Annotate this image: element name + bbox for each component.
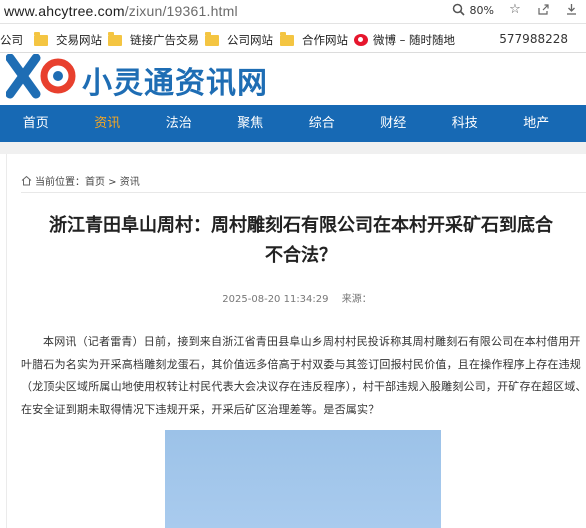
folder-icon: [205, 31, 219, 46]
url-host: www.ahcytree.com: [4, 3, 125, 19]
main-nav: 首页 资讯 法治 聚焦 综合 财经 科技 地产: [0, 105, 586, 142]
divider: [21, 192, 586, 193]
nav-item-finance[interactable]: 财经: [358, 105, 430, 142]
article-date: 2025-08-20 11:34:29: [222, 294, 329, 305]
article-body: 本网讯（记者雷青）日前，接到来自浙江省青田县阜山乡周村村民投诉称其周村雕刻石有限…: [21, 335, 586, 416]
nav-item-general[interactable]: 综合: [286, 105, 358, 142]
article-title-line1: 浙江青田阜山周村：周村雕刻石有限公司在本村开采矿石到底合: [49, 215, 553, 236]
article-meta: 2025-08-20 11:34:29 来源：: [7, 290, 586, 305]
bookmark-item[interactable]: 交易网站: [34, 31, 102, 48]
bookmark-item[interactable]: 公司: [0, 32, 23, 48]
bookmark-label: 公司: [0, 33, 23, 47]
article-image: [165, 430, 441, 528]
browser-tools: 80% ☆: [452, 3, 578, 17]
home-icon: [21, 175, 32, 186]
bookmark-item[interactable]: 微博 – 随时随地: [354, 32, 462, 48]
article-title: 浙江青田阜山周村：周村雕刻石有限公司在本村开采矿石到底合 不合法？: [15, 211, 586, 271]
search-icon[interactable]: [452, 3, 466, 17]
bookmark-label: 微博 – 随时随地: [373, 33, 456, 47]
url-path: /zixun/19361.html: [124, 3, 238, 19]
section-gap: [0, 142, 586, 154]
folder-icon: [108, 31, 122, 46]
bookmark-item[interactable]: 公司网站: [205, 31, 273, 48]
folder-icon: [34, 31, 48, 46]
bookmarks-bar: 公司 交易网站 链接广告交易 公司网站 合作网站 微博 – 随时随地 57798…: [0, 25, 586, 53]
nav-item-home[interactable]: 首页: [0, 105, 72, 142]
bookmark-label: 合作网站: [302, 33, 348, 47]
nav-item-news[interactable]: 资讯: [72, 105, 144, 142]
nav-item-focus[interactable]: 聚焦: [215, 105, 287, 142]
bookmark-item[interactable]: 合作网站: [280, 31, 348, 48]
brand-name: 小灵通资讯网: [82, 66, 268, 101]
address-bar[interactable]: www.ahcytree.com/zixun/19361.html 80% ☆: [0, 0, 586, 24]
url-text[interactable]: www.ahcytree.com/zixun/19361.html: [4, 3, 238, 19]
bookmark-label: 链接广告交易: [130, 33, 199, 47]
download-icon[interactable]: [564, 3, 578, 17]
share-icon[interactable]: [536, 3, 550, 17]
folder-icon: [280, 31, 294, 46]
breadcrumb-text[interactable]: 当前位置：首页 > 资讯: [35, 173, 140, 188]
site-logo[interactable]: 小灵通资讯网: [0, 54, 586, 104]
weibo-icon: [354, 34, 368, 46]
nav-item-law[interactable]: 法治: [143, 105, 215, 142]
breadcrumb: 当前位置：首页 > 资讯: [21, 173, 140, 188]
nav-item-tech[interactable]: 科技: [429, 105, 501, 142]
nav-item-realestate[interactable]: 地产: [501, 105, 573, 142]
zoom-level[interactable]: 80%: [470, 4, 494, 17]
bookmark-label: 公司网站: [227, 33, 273, 47]
bookmark-phone[interactable]: 577988228: [499, 32, 568, 46]
star-icon[interactable]: ☆: [508, 3, 522, 17]
logo-mark-icon: [6, 54, 76, 99]
article-panel: 当前位置：首页 > 资讯 浙江青田阜山周村：周村雕刻石有限公司在本村开采矿石到底…: [6, 154, 586, 528]
article-title-line2: 不合法？: [265, 245, 337, 266]
bookmark-item[interactable]: 链接广告交易: [108, 31, 199, 48]
article-source: 来源：: [341, 294, 372, 305]
bookmark-label: 交易网站: [56, 33, 102, 47]
